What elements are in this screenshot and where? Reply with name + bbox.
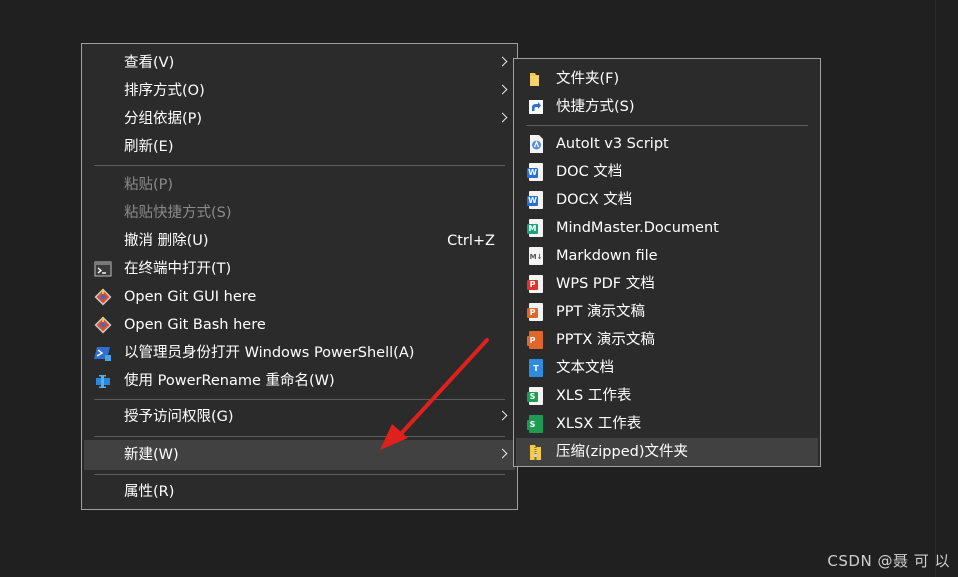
menu-item-label: WPS PDF 文档 — [556, 276, 655, 292]
menu-separator — [94, 474, 505, 475]
chevron-right-icon — [497, 112, 508, 123]
chevron-right-icon — [497, 56, 508, 67]
word-docx-icon: W — [527, 190, 545, 210]
watermark: CSDN @聂 可 以 — [827, 552, 950, 570]
menu-item-label: 使用 PowerRename 重命名(W) — [124, 373, 335, 389]
menu-item-label: DOC 文档 — [556, 164, 623, 180]
menu-item-label: 撤消 删除(U) — [124, 233, 209, 249]
menu-item-label: XLSX 工作表 — [556, 416, 642, 432]
shortcut-icon — [529, 100, 543, 114]
menu-item-label: 快捷方式(S) — [556, 99, 635, 115]
menu-item-label: Open Git GUI here — [124, 289, 257, 305]
new-item-markdown[interactable]: M↓ Markdown file — [516, 242, 818, 270]
menu-item-view[interactable]: 查看(V) — [84, 49, 515, 77]
menu-item-power-rename[interactable]: 使用 PowerRename 重命名(W) — [84, 367, 515, 395]
menu-item-sort-by[interactable]: 排序方式(O) — [84, 77, 515, 105]
menu-separator — [94, 165, 505, 166]
menu-item-properties[interactable]: 属性(R) — [84, 478, 515, 506]
xlsx-icon: S — [527, 414, 545, 434]
xls-icon: S — [527, 386, 545, 406]
menu-item-label: 授予访问权限(G) — [124, 409, 234, 425]
autoit-icon — [530, 135, 543, 153]
menu-item-label: 分组依据(P) — [124, 111, 203, 127]
new-submenu: 文件夹(F) 快捷方式(S) AutoIt v3 Script W DOC 文档 — [513, 58, 821, 467]
menu-item-undo-delete[interactable]: 撤消 删除(U) Ctrl+Z — [84, 227, 515, 255]
menu-item-label: 排序方式(O) — [124, 83, 205, 99]
pdf-icon: P — [527, 274, 545, 294]
menu-item-give-access[interactable]: 授予访问权限(G) — [84, 403, 515, 431]
menu-item-group-by[interactable]: 分组依据(P) — [84, 105, 515, 133]
menu-item-refresh[interactable]: 刷新(E) — [84, 133, 515, 161]
menu-item-label: XLS 工作表 — [556, 388, 632, 404]
git-icon — [94, 316, 112, 334]
text-doc-icon: T — [527, 358, 545, 378]
menu-item-label: Markdown file — [556, 248, 658, 264]
new-item-pptx[interactable]: P PPTX 演示文稿 — [516, 326, 818, 354]
menu-item-open-in-terminal[interactable]: 在终端中打开(T) — [84, 255, 515, 283]
new-item-doc[interactable]: W DOC 文档 — [516, 158, 818, 186]
git-icon — [94, 288, 112, 306]
menu-item-label: MindMaster.Document — [556, 220, 719, 236]
menu-item-label: 查看(V) — [124, 55, 175, 71]
pptx-icon: P — [527, 330, 545, 350]
menu-item-label: PPTX 演示文稿 — [556, 332, 655, 348]
menu-item-paste: 粘贴(P) — [84, 171, 515, 199]
markdown-icon: M↓ — [527, 246, 545, 266]
desktop-edge-divider — [935, 0, 936, 577]
ppt-icon: P — [527, 302, 545, 322]
menu-separator — [94, 436, 505, 437]
menu-item-label: 粘贴快捷方式(S) — [124, 205, 232, 221]
terminal-icon — [94, 261, 112, 277]
new-item-folder[interactable]: 文件夹(F) — [516, 65, 818, 93]
new-item-text-doc[interactable]: T 文本文档 — [516, 354, 818, 382]
menu-item-open-git-gui[interactable]: Open Git GUI here — [84, 283, 515, 311]
menu-item-label: AutoIt v3 Script — [556, 136, 669, 152]
new-item-zip-folder[interactable]: 压缩(zipped)文件夹 — [516, 438, 818, 466]
menu-item-label: 属性(R) — [124, 484, 175, 500]
menu-separator — [526, 125, 808, 126]
new-item-mindmaster[interactable]: M MindMaster.Document — [516, 214, 818, 242]
menu-item-shortcut: Ctrl+Z — [447, 233, 495, 249]
menu-item-label: 文本文档 — [556, 360, 614, 376]
new-item-ppt[interactable]: P PPT 演示文稿 — [516, 298, 818, 326]
folder-icon — [530, 73, 539, 86]
chevron-right-icon — [497, 448, 508, 459]
desktop[interactable]: 查看(V) 排序方式(O) 分组依据(P) 刷新(E) 粘贴(P) 粘贴快捷方式… — [0, 0, 958, 577]
menu-item-label: 刷新(E) — [124, 139, 174, 155]
zip-folder-icon — [530, 445, 541, 460]
menu-item-open-git-bash[interactable]: Open Git Bash here — [84, 311, 515, 339]
chevron-right-icon — [497, 84, 508, 95]
menu-item-label: 新建(W) — [124, 447, 179, 463]
word-doc-icon: W — [527, 162, 545, 182]
power-rename-icon — [96, 375, 110, 388]
menu-item-label: 在终端中打开(T) — [124, 261, 232, 277]
context-menu: 查看(V) 排序方式(O) 分组依据(P) 刷新(E) 粘贴(P) 粘贴快捷方式… — [81, 43, 518, 510]
chevron-right-icon — [497, 410, 508, 421]
new-item-docx[interactable]: W DOCX 文档 — [516, 186, 818, 214]
menu-separator — [94, 399, 505, 400]
menu-item-label: 压缩(zipped)文件夹 — [556, 444, 688, 460]
new-item-shortcut[interactable]: 快捷方式(S) — [516, 93, 818, 121]
menu-item-new[interactable]: 新建(W) — [84, 440, 515, 470]
menu-item-label: 以管理员身份打开 Windows PowerShell(A) — [124, 345, 415, 361]
new-item-autoit-script[interactable]: AutoIt v3 Script — [516, 130, 818, 158]
new-item-xlsx[interactable]: S XLSX 工作表 — [516, 410, 818, 438]
powershell-icon — [94, 347, 111, 361]
menu-item-open-powershell-admin[interactable]: 以管理员身份打开 Windows PowerShell(A) — [84, 339, 515, 367]
menu-item-label: 粘贴(P) — [124, 177, 174, 193]
new-item-wps-pdf[interactable]: P WPS PDF 文档 — [516, 270, 818, 298]
menu-item-label: 文件夹(F) — [556, 71, 620, 87]
menu-item-label: DOCX 文档 — [556, 192, 633, 208]
new-item-xls[interactable]: S XLS 工作表 — [516, 382, 818, 410]
mindmaster-icon: M — [527, 218, 545, 238]
menu-item-paste-shortcut: 粘贴快捷方式(S) — [84, 199, 515, 227]
menu-item-label: PPT 演示文稿 — [556, 304, 645, 320]
menu-item-label: Open Git Bash here — [124, 317, 266, 333]
